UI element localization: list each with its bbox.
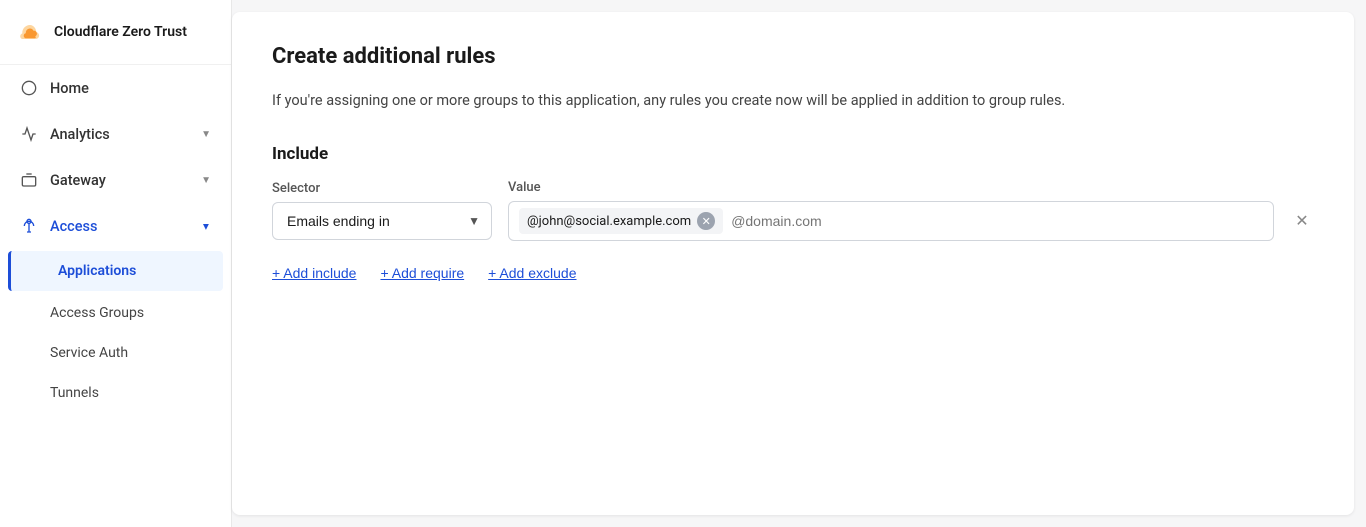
- rule-row: Selector Emails ending in Emails IP rang…: [272, 180, 1314, 241]
- sidebar-item-home[interactable]: Home: [0, 65, 231, 111]
- add-buttons-container: + Add include + Add require + Add exclud…: [272, 265, 1314, 281]
- add-include-button[interactable]: + Add include: [272, 265, 356, 281]
- sidebar-item-access-label: Access: [50, 218, 97, 235]
- sidebar-item-analytics-label: Analytics: [50, 126, 110, 143]
- selector-wrapper: Selector Emails ending in Emails IP rang…: [272, 181, 492, 240]
- sidebar-item-applications[interactable]: Applications: [8, 251, 223, 291]
- gateway-icon: [20, 171, 38, 189]
- domain-input[interactable]: [731, 213, 1263, 229]
- sidebar-item-home-label: Home: [50, 80, 89, 97]
- sidebar-item-service-auth[interactable]: Service Auth: [0, 333, 231, 373]
- cloudflare-logo-icon: [16, 18, 44, 46]
- email-tag: @john@social.example.com ✕: [519, 208, 723, 234]
- access-sub-menu: Applications Access Groups Service Auth …: [0, 249, 231, 413]
- analytics-chevron-icon: ▼: [201, 129, 211, 140]
- gateway-chevron-icon: ▼: [201, 175, 211, 186]
- email-tag-text: @john@social.example.com: [527, 214, 691, 229]
- sidebar-item-analytics[interactable]: Analytics ▼: [0, 111, 231, 157]
- logo-container[interactable]: Cloudflare Zero Trust: [0, 0, 231, 65]
- sidebar-item-access-groups[interactable]: Access Groups: [0, 293, 231, 333]
- row-remove-button[interactable]: ✕: [1290, 209, 1314, 233]
- selector-select[interactable]: Emails ending in Emails IP ranges Countr…: [272, 202, 492, 240]
- include-section-heading: Include: [272, 144, 1314, 164]
- selector-container: Emails ending in Emails IP ranges Countr…: [272, 202, 492, 240]
- add-require-button[interactable]: + Add require: [380, 265, 464, 281]
- page-title: Create additional rules: [272, 44, 1314, 69]
- main-content: Create additional rules If you're assign…: [232, 12, 1354, 515]
- logo-text: Cloudflare Zero Trust: [54, 24, 187, 40]
- selector-label: Selector: [272, 181, 492, 196]
- sidebar-item-gateway[interactable]: Gateway ▼: [0, 157, 231, 203]
- access-icon: [20, 217, 38, 235]
- sidebar-item-gateway-label: Gateway: [50, 172, 106, 189]
- analytics-icon: [20, 125, 38, 143]
- value-label: Value: [508, 180, 1274, 195]
- access-chevron-icon: ▲: [201, 221, 211, 232]
- tag-remove-button[interactable]: ✕: [697, 212, 715, 230]
- add-exclude-button[interactable]: + Add exclude: [488, 265, 576, 281]
- sidebar-item-tunnels[interactable]: Tunnels: [0, 373, 231, 413]
- sidebar-item-access[interactable]: Access ▲: [0, 203, 231, 249]
- home-icon: [20, 79, 38, 97]
- value-input-container[interactable]: @john@social.example.com ✕: [508, 201, 1274, 241]
- page-description: If you're assigning one or more groups t…: [272, 89, 1172, 112]
- sidebar: Cloudflare Zero Trust Home Analytics ▼: [0, 0, 232, 527]
- value-wrapper: Value @john@social.example.com ✕: [508, 180, 1274, 241]
